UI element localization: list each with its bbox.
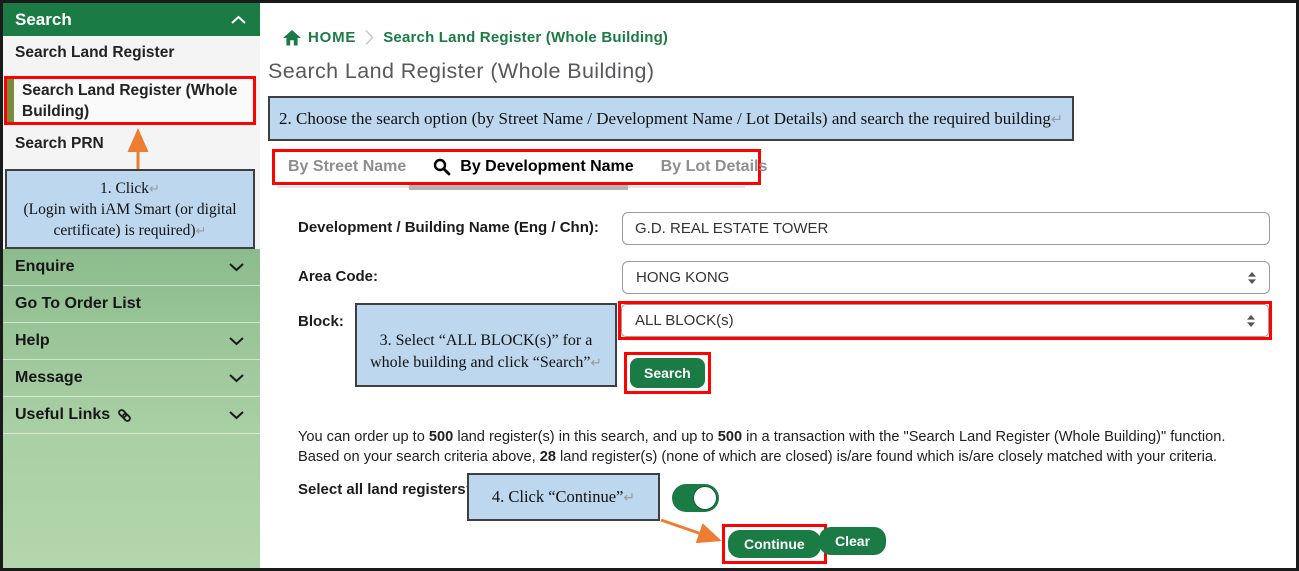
chevron-down-icon bbox=[229, 263, 244, 272]
return-symbol: ↵ bbox=[590, 355, 601, 370]
breadcrumb-current: Search Land Register (Whole Building) bbox=[383, 29, 668, 46]
sidebar-item-help[interactable]: Help bbox=[3, 323, 260, 360]
annotation-step2: 2. Choose the search option (by Street N… bbox=[268, 96, 1074, 141]
search-button[interactable]: Search bbox=[630, 358, 705, 388]
chevron-down-icon bbox=[229, 411, 244, 420]
sidebar-menu: Enquire Go To Order List Help Message Us… bbox=[3, 249, 260, 571]
block-select-highlight: ALL BLOCK(s) bbox=[618, 301, 1272, 340]
sidebar-section-search[interactable]: Search bbox=[3, 3, 260, 36]
page-title: Search Land Register (Whole Building) bbox=[268, 59, 654, 84]
sidebar-item-search-land-register[interactable]: Search Land Register bbox=[3, 44, 260, 62]
annotation-arrow-step1 bbox=[125, 121, 151, 171]
search-option-tabs: By Street Name By Development Name By Lo… bbox=[272, 149, 761, 185]
chevron-down-icon bbox=[229, 337, 244, 346]
sidebar-section-label: Search bbox=[15, 10, 72, 30]
up-down-arrows-icon bbox=[1247, 271, 1257, 285]
return-symbol: ↵ bbox=[623, 491, 635, 506]
active-item-accent-bar bbox=[7, 79, 14, 122]
sidebar-item-label: Search Land Register (Whole Building) bbox=[14, 79, 253, 122]
results-line-2: Based on your search criteria above, 28 … bbox=[298, 447, 1225, 467]
menu-label: Enquire bbox=[15, 258, 75, 276]
return-symbol: ↵ bbox=[195, 223, 206, 238]
breadcrumb: HOME Search Land Register (Whole Buildin… bbox=[283, 29, 668, 46]
area-code-label: Area Code: bbox=[298, 268, 378, 285]
breadcrumb-home-label: HOME bbox=[308, 29, 356, 46]
chevron-right-icon bbox=[365, 29, 374, 46]
results-line-1: You can order up to 500 land register(s)… bbox=[298, 427, 1225, 447]
sidebar-item-message[interactable]: Message bbox=[3, 360, 260, 397]
chevron-up-icon bbox=[231, 15, 246, 24]
menu-label: Help bbox=[15, 332, 50, 350]
active-tab-underline bbox=[409, 185, 628, 190]
menu-label: Go To Order List bbox=[15, 295, 141, 313]
annotation-step3: 3. Select “ALL BLOCK(s)” for a whole bui… bbox=[355, 303, 617, 387]
annotation-step3-line2: whole building and click “Search” bbox=[370, 354, 590, 371]
search-button-highlight: Search bbox=[624, 352, 711, 394]
tab-by-development-name[interactable]: By Development Name bbox=[433, 158, 633, 176]
area-code-value: HONG KONG bbox=[636, 269, 729, 286]
continue-button-highlight: Continue bbox=[722, 524, 827, 564]
menu-label: Useful Links bbox=[15, 406, 110, 424]
block-value: ALL BLOCK(s) bbox=[635, 312, 734, 329]
area-code-select[interactable]: HONG KONG bbox=[622, 261, 1270, 294]
dev-name-label: Development / Building Name (Eng / Chn): bbox=[298, 219, 599, 236]
chevron-down-icon bbox=[229, 374, 244, 383]
block-select[interactable]: ALL BLOCK(s) bbox=[621, 304, 1269, 337]
annotation-step2-text: 2. Choose the search option (by Street N… bbox=[279, 109, 1051, 128]
block-label: Block: bbox=[298, 313, 344, 330]
annotation-step3-line1: 3. Select “ALL BLOCK(s)” for a bbox=[380, 332, 593, 349]
results-summary: You can order up to 500 land register(s)… bbox=[298, 427, 1225, 467]
select-all-toggle[interactable] bbox=[672, 484, 719, 512]
sidebar-item-search-land-register-whole-building[interactable]: Search Land Register (Whole Building) bbox=[4, 76, 256, 125]
annotation-step1-line1: 1. Click bbox=[100, 180, 149, 197]
tab-by-lot-details[interactable]: By Lot Details bbox=[661, 158, 768, 176]
breadcrumb-home-link[interactable]: HOME bbox=[283, 29, 356, 46]
return-symbol: ↵ bbox=[149, 181, 160, 196]
clear-button[interactable]: Clear bbox=[819, 527, 886, 555]
sidebar-item-enquire[interactable]: Enquire bbox=[3, 249, 260, 286]
sidebar-item-go-to-order-list[interactable]: Go To Order List bbox=[3, 286, 260, 323]
home-icon bbox=[283, 30, 301, 46]
annotation-step1: 1. Click↵ (Login with iAM Smart (or digi… bbox=[5, 169, 255, 249]
link-icon bbox=[117, 408, 132, 423]
app-window: Search Search Land Register Search Land … bbox=[0, 0, 1299, 571]
search-icon bbox=[433, 158, 451, 176]
return-symbol: ↵ bbox=[1051, 112, 1063, 128]
tab-label: By Development Name bbox=[460, 158, 633, 176]
toggle-knob bbox=[693, 486, 717, 510]
up-down-arrows-icon bbox=[1246, 314, 1256, 328]
annotation-step4: 4. Click “Continue”↵ bbox=[467, 473, 660, 521]
menu-label: Message bbox=[15, 369, 83, 387]
annotation-step4-text: 4. Click “Continue” bbox=[492, 487, 624, 506]
continue-button[interactable]: Continue bbox=[728, 530, 821, 558]
sidebar: Search Search Land Register Search Land … bbox=[3, 3, 260, 568]
select-all-label: Select all land registers? bbox=[298, 481, 475, 498]
dev-name-input[interactable] bbox=[622, 212, 1270, 245]
tab-by-street-name[interactable]: By Street Name bbox=[288, 158, 406, 176]
sidebar-item-useful-links[interactable]: Useful Links bbox=[3, 397, 260, 434]
